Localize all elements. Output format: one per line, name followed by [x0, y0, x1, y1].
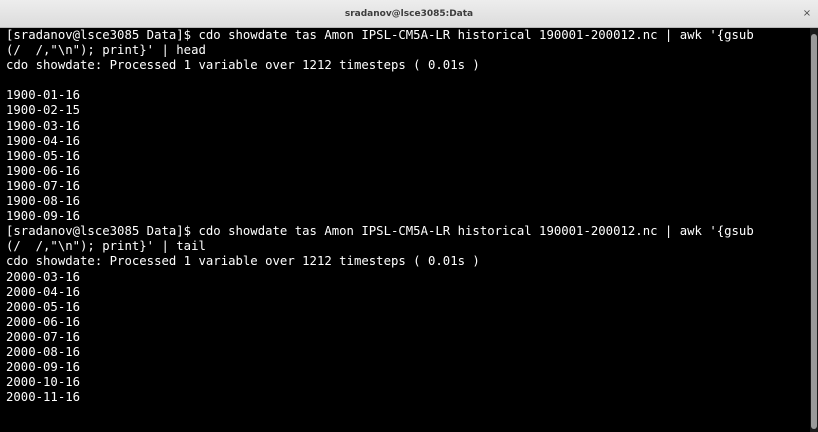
terminal-line: 2000-09-16	[6, 360, 81, 375]
terminal-line: 2000-05-16	[6, 299, 81, 314]
vertical-scrollbar[interactable]	[810, 28, 818, 432]
terminal-line: cdo showdate: Processed 1 variable over …	[6, 254, 480, 269]
terminal-line: cdo showdate: Processed 1 variable over …	[6, 58, 480, 73]
terminal-line: 1900-07-16	[6, 178, 81, 193]
title-bar[interactable]: sradanov@lsce3085:Data ×	[0, 0, 818, 28]
terminal-window: sradanov@lsce3085:Data × [sradanov@lsce3…	[0, 0, 818, 432]
terminal-line: 1900-04-16	[6, 133, 81, 148]
terminal-line: 1900-06-16	[6, 163, 81, 178]
close-icon[interactable]: ×	[800, 7, 814, 21]
terminal-line: 2000-06-16	[6, 314, 81, 329]
terminal-line: 2000-08-16	[6, 344, 81, 359]
terminal-line: 2000-03-16	[6, 269, 81, 284]
terminal-line: 1900-09-16	[6, 209, 81, 224]
terminal-output[interactable]: [sradanov@lsce3085 Data]$ cdo showdate t…	[0, 28, 810, 432]
terminal-line: 2000-10-16	[6, 375, 81, 390]
terminal-line: 1900-08-16	[6, 194, 81, 209]
terminal-line: [sradanov@lsce3085 Data]$ cdo showdate t…	[6, 28, 754, 42]
scrollbar-thumb[interactable]	[811, 34, 817, 429]
terminal-line: 1900-01-16	[6, 88, 81, 103]
terminal-line: 2000-04-16	[6, 284, 81, 299]
terminal-line: 2000-07-16	[6, 329, 81, 344]
terminal-line: (/ /,"\n"); print}' | head	[6, 43, 206, 58]
terminal-line: 1900-03-16	[6, 118, 81, 133]
window-title: sradanov@lsce3085:Data	[344, 9, 474, 19]
terminal-line: [sradanov@lsce3085 Data]$ cdo showdate t…	[6, 224, 754, 239]
terminal-line: (/ /,"\n"); print}' | tail	[6, 239, 206, 254]
terminal-line: 2000-11-16	[6, 390, 81, 405]
terminal-line: 1900-05-16	[6, 148, 81, 163]
terminal-line: 1900-02-15	[6, 103, 81, 118]
